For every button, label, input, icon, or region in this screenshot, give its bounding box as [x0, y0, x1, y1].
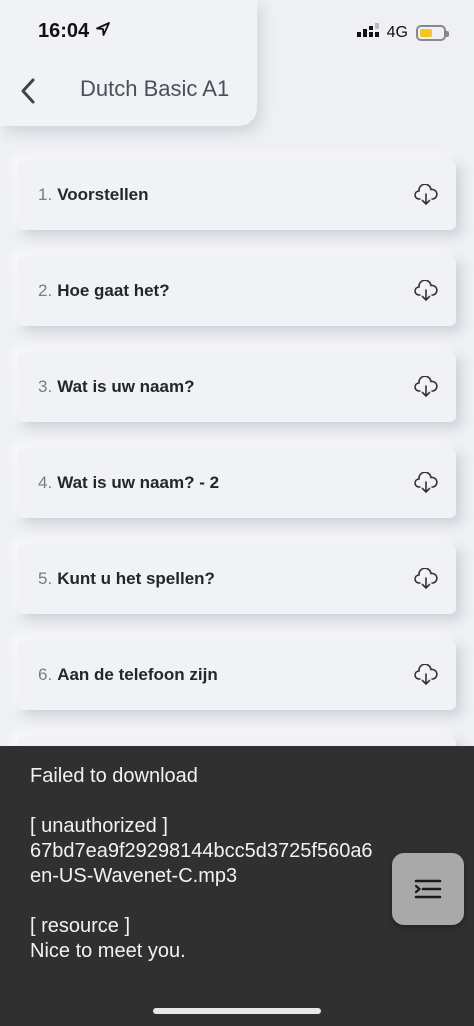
snackbar-line: en-US-Wavenet-C.mp3: [30, 865, 238, 887]
lesson-title: Kunt u het spellen?: [57, 569, 215, 588]
snackbar-line: 67bd7ea9f29298144bcc5d3725f560a6: [30, 840, 373, 862]
header-card: 16:04 Dutch Basic A1: [0, 0, 257, 126]
status-right: 4G: [356, 22, 449, 43]
lesson-item[interactable]: 1. Voorstellen: [18, 160, 456, 230]
lesson-item[interactable]: 5. Kunt u het spellen?: [18, 544, 456, 614]
lesson-title: Wat is uw naam? - 2: [57, 473, 220, 492]
cloud-download-icon[interactable]: [414, 183, 438, 207]
cloud-download-icon[interactable]: [414, 279, 438, 303]
lesson-number: 5.: [38, 569, 53, 588]
snackbar-line: Nice to meet you.: [30, 940, 186, 962]
lesson-number: 3.: [38, 377, 53, 396]
lesson-title: Aan de telefoon zijn: [57, 665, 218, 684]
lesson-title: Wat is uw naam?: [57, 377, 195, 396]
menu-fab-button[interactable]: [392, 853, 464, 925]
lesson-title: Voorstellen: [57, 185, 149, 204]
page-title: Dutch Basic A1: [80, 76, 230, 101]
battery-fill: [420, 28, 433, 37]
snackbar-line: Failed to download: [30, 765, 198, 787]
snackbar-line: [ resource ]: [30, 915, 131, 937]
lesson-number: 6.: [38, 665, 53, 684]
lesson-item[interactable]: 4. Wat is uw naam? - 2: [18, 448, 456, 518]
snackbar-line: [ unauthorized ]: [30, 815, 168, 837]
cloud-download-icon[interactable]: [414, 567, 438, 591]
battery-icon: [416, 24, 449, 41]
lesson-item[interactable]: 6. Aan de telefoon zijn: [18, 640, 456, 710]
status-time: 16:04: [38, 20, 111, 43]
menu-lines-icon: [414, 879, 442, 899]
cloud-download-icon[interactable]: [414, 375, 438, 399]
lesson-item[interactable]: 3. Wat is uw naam?: [18, 352, 456, 422]
cloud-download-icon[interactable]: [414, 663, 438, 687]
lesson-list: 1. Voorstellen 2. Hoe gaat het? 3. Wat i…: [18, 160, 456, 832]
lesson-number: 2.: [38, 281, 53, 300]
lesson-item[interactable]: 2. Hoe gaat het?: [18, 256, 456, 326]
status-time-text: 16:04: [38, 20, 90, 42]
snackbar-gap: [30, 889, 444, 914]
chevron-left-icon: [21, 78, 35, 104]
signal-icon: [356, 22, 379, 43]
cloud-download-icon[interactable]: [414, 471, 438, 495]
snackbar-gap: [30, 789, 444, 814]
back-button[interactable]: [14, 74, 42, 108]
screen: 16:04 Dutch Basic A1 4G 1. Voorstellen 2…: [0, 0, 474, 1026]
home-indicator[interactable]: [153, 1008, 321, 1014]
lesson-number: 4.: [38, 473, 53, 492]
lesson-title: Hoe gaat het?: [57, 281, 170, 300]
location-arrow-icon: [95, 20, 111, 43]
network-label: 4G: [386, 23, 408, 41]
lesson-number: 1.: [38, 185, 53, 204]
